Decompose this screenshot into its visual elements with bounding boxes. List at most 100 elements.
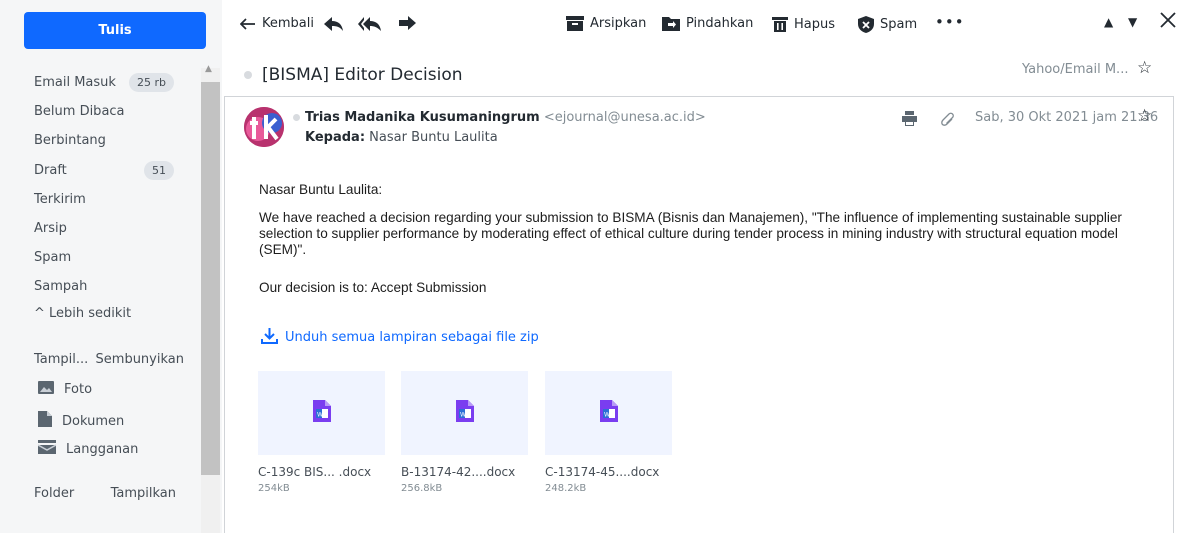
attachment-size: 256.8kB bbox=[401, 483, 443, 494]
paragraph-line: selection to supplier performance by mod… bbox=[259, 226, 1118, 241]
attachment-name: C-139c BIS... .docx bbox=[258, 465, 372, 479]
forward-icon bbox=[399, 16, 417, 30]
attachment-preview: W bbox=[545, 371, 672, 455]
archive-button[interactable]: Arsipkan bbox=[566, 16, 646, 31]
arrow-left-icon bbox=[240, 17, 256, 30]
attachment-card[interactable]: W C-139c BIS... .docx 254kB bbox=[258, 371, 385, 494]
previous-message-arrow-icon[interactable]: ▲ bbox=[1104, 15, 1113, 29]
scroll-up-arrow-icon[interactable]: ▲ bbox=[205, 64, 212, 74]
attachment-preview: W bbox=[258, 371, 385, 455]
folder-list: Email Masuk 25 rb Belum Dibaca Berbintan… bbox=[34, 68, 182, 302]
move-button[interactable]: Pindahkan bbox=[662, 16, 753, 31]
sidebar-item-label: Arsip bbox=[34, 221, 67, 237]
svg-text:W: W bbox=[317, 412, 323, 419]
hide-views-link[interactable]: Sembunyikan bbox=[96, 352, 184, 367]
to-label: Kepada: bbox=[305, 130, 366, 145]
word-doc-icon: W bbox=[455, 400, 474, 426]
svg-text:W: W bbox=[460, 412, 466, 419]
paragraph-line: (SEM)". bbox=[259, 242, 307, 257]
back-label: Kembali bbox=[262, 16, 314, 31]
recipient-name[interactable]: Nasar Buntu Laulita bbox=[369, 130, 498, 145]
printer-icon bbox=[902, 111, 917, 130]
more-actions-button[interactable]: ••• bbox=[935, 13, 965, 31]
sidebar-item-trash[interactable]: Sampah bbox=[34, 272, 182, 301]
sidebar-item-label: Sampah bbox=[34, 279, 88, 295]
spam-button[interactable]: Spam bbox=[858, 16, 917, 33]
attachment-size: 248.2kB bbox=[545, 483, 587, 494]
sidebar-item-unread[interactable]: Belum Dibaca bbox=[34, 97, 182, 126]
message-star-icon[interactable]: ☆ bbox=[1137, 106, 1152, 126]
show-folders-link[interactable]: Tampilkan bbox=[111, 486, 176, 501]
sidebar-item-label: Email Masuk bbox=[34, 75, 116, 91]
sidebar-item-documents[interactable]: Dokumen bbox=[38, 411, 124, 431]
read-status-dot[interactable] bbox=[244, 71, 252, 79]
sidebar-item-sent[interactable]: Terkirim bbox=[34, 185, 182, 214]
back-button[interactable]: Kembali bbox=[240, 16, 314, 31]
sidebar-item-photos[interactable]: Foto bbox=[38, 381, 92, 398]
sidebar-item-starred[interactable]: Berbintang bbox=[34, 126, 182, 155]
move-label: Pindahkan bbox=[686, 16, 754, 31]
photo-icon bbox=[38, 381, 54, 398]
sidebar-item-drafts[interactable]: Draft 51 bbox=[34, 156, 182, 185]
attachment-card[interactable]: W C-13174-45....docx 248.2kB bbox=[545, 371, 672, 494]
attachment-indicator bbox=[941, 112, 955, 132]
folder-path-label: Yahoo/Email M... bbox=[1022, 62, 1129, 77]
trash-icon bbox=[772, 16, 788, 32]
word-doc-icon: W bbox=[599, 400, 618, 426]
sidebar-item-subscriptions[interactable]: Langganan bbox=[37, 440, 139, 458]
draft-count-badge: 51 bbox=[144, 160, 174, 180]
unread-count-badge: 25 rb bbox=[129, 73, 174, 93]
close-icon bbox=[1159, 11, 1177, 29]
reply-button[interactable] bbox=[324, 16, 344, 32]
delete-label: Hapus bbox=[794, 16, 836, 32]
reply-icon bbox=[324, 16, 344, 32]
folders-header: Folder Tampilkan bbox=[34, 486, 176, 501]
views-header: Tampil... Sembunyikan bbox=[34, 352, 184, 367]
paragraph-line: We have reached a decision regarding you… bbox=[259, 210, 1122, 225]
sidebar-item-label: Dokumen bbox=[62, 413, 125, 429]
close-button[interactable] bbox=[1159, 11, 1177, 29]
shield-icon bbox=[858, 16, 874, 33]
thread-star-icon[interactable]: ☆ bbox=[1137, 58, 1152, 78]
download-all-link[interactable]: Unduh semua lampiran sebagai file zip bbox=[261, 327, 539, 348]
sidebar-item-label: Berbintang bbox=[34, 133, 106, 149]
sender-name: Trias Madanika Kusumaningrum bbox=[305, 110, 540, 125]
sidebar-item-inbox[interactable]: Email Masuk 25 rb bbox=[34, 68, 182, 97]
sidebar-item-label: Foto bbox=[64, 382, 93, 397]
download-all-label: Unduh semua lampiran sebagai file zip bbox=[285, 330, 539, 345]
reply-all-button[interactable] bbox=[358, 16, 382, 32]
archive-icon bbox=[566, 16, 584, 31]
document-icon bbox=[38, 411, 52, 431]
message-date: Sab, 30 Okt 2021 jam 21.36 bbox=[975, 110, 1159, 125]
print-button[interactable] bbox=[902, 111, 917, 130]
sidebar-item-label: Terkirim bbox=[34, 191, 86, 207]
sidebar: Tulis Email Masuk 25 rb Belum Dibaca Ber… bbox=[0, 0, 222, 533]
attachment-size: 254kB bbox=[258, 483, 290, 494]
sidebar-item-spam[interactable]: Spam bbox=[34, 243, 182, 272]
attachment-card[interactable]: W B-13174-42....docx 256.8kB bbox=[401, 371, 528, 494]
sidebar-item-archive[interactable]: Arsip bbox=[34, 214, 182, 243]
sidebar-scrollbar-thumb[interactable] bbox=[201, 82, 220, 475]
sidebar-item-label: Belum Dibaca bbox=[34, 104, 125, 120]
delete-button[interactable]: Hapus bbox=[772, 16, 835, 32]
attachment-name: C-13174-45....docx bbox=[545, 465, 660, 479]
decision-line: Our decision is to: Accept Submission bbox=[259, 280, 487, 295]
subscriptions-icon bbox=[37, 440, 57, 458]
sender[interactable]: Trias Madanika Kusumaningrum <ejournal@u… bbox=[305, 110, 706, 125]
next-message-arrow-icon[interactable]: ▼ bbox=[1128, 15, 1137, 29]
message-subject: [BISMA] Editor Decision bbox=[262, 65, 463, 85]
sidebar-item-label: Spam bbox=[34, 250, 72, 266]
word-doc-icon: W bbox=[312, 400, 331, 426]
download-icon bbox=[261, 327, 278, 348]
views-label: Tampil... bbox=[34, 352, 89, 367]
forward-button[interactable] bbox=[399, 16, 417, 30]
svg-text:W: W bbox=[604, 412, 610, 419]
compose-button[interactable]: Tulis bbox=[24, 12, 206, 49]
attachment-preview: W bbox=[401, 371, 528, 455]
show-less-link[interactable]: ^ Lebih sedikit bbox=[34, 306, 131, 321]
spam-label: Spam bbox=[880, 17, 918, 32]
message-paragraph: We have reached a decision regarding you… bbox=[259, 210, 1122, 258]
sidebar-item-label: Langganan bbox=[66, 441, 139, 457]
attachment-name: B-13174-42....docx bbox=[401, 465, 516, 479]
message-greeting: Nasar Buntu Laulita: bbox=[259, 182, 383, 197]
